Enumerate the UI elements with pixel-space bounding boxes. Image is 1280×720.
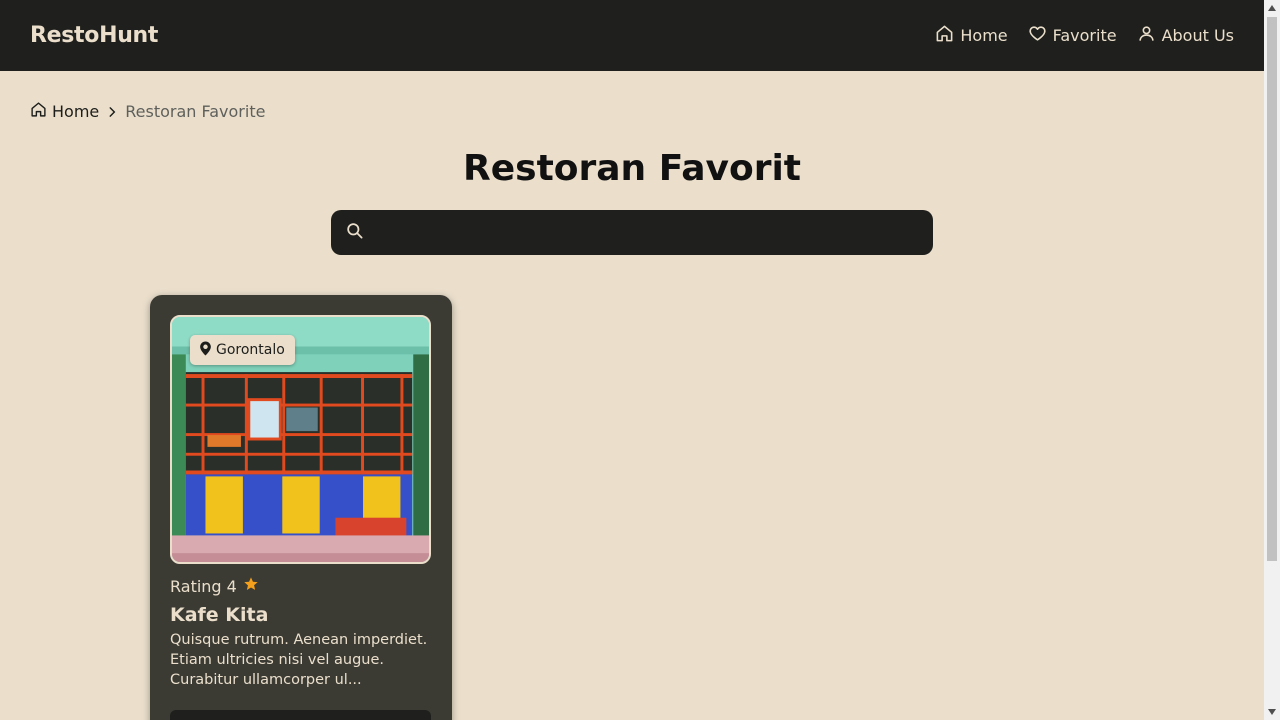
star-icon — [243, 576, 259, 596]
rating: Rating 4 — [170, 576, 432, 596]
restaurant-name: Kafe Kita — [170, 604, 269, 626]
nav-link-label: Favorite — [1052, 26, 1117, 45]
nav-links: Home Favorite About Us — [935, 24, 1234, 47]
nav-link-favorite[interactable]: Favorite — [1028, 24, 1117, 47]
map-pin-icon — [199, 341, 212, 360]
nav-link-about[interactable]: About Us — [1137, 24, 1234, 47]
location-label: Gorontalo — [216, 342, 285, 358]
home-icon — [935, 24, 954, 47]
user-icon — [1137, 24, 1156, 47]
nav-link-home[interactable]: Home — [935, 24, 1008, 47]
search-bar — [331, 210, 933, 255]
location-badge: Gorontalo — [190, 335, 295, 365]
scrollbar[interactable] — [1264, 0, 1280, 720]
breadcrumb-home-label: Home — [52, 102, 100, 121]
restaurant-description: Quisque rutrum. Aenean imperdiet. Etiam … — [170, 632, 428, 688]
search-input[interactable] — [374, 210, 919, 255]
brand-logo[interactable]: RestoHunt — [30, 23, 158, 48]
home-icon — [30, 101, 47, 122]
breadcrumb-home[interactable]: Home — [30, 101, 99, 122]
breadcrumb: Home Restoran Favorite — [30, 101, 265, 122]
search-icon — [345, 221, 364, 244]
rating-label: Rating 4 — [170, 576, 237, 596]
heart-icon — [1028, 24, 1047, 47]
scroll-up-arrow-icon[interactable] — [1264, 0, 1280, 16]
scrollbar-thumb[interactable] — [1267, 17, 1277, 561]
breadcrumb-current: Restoran Favorite — [125, 102, 266, 121]
chevron-right-icon — [105, 105, 119, 119]
detail-button[interactable] — [170, 710, 431, 720]
nav-link-label: Home — [960, 26, 1008, 45]
navbar: RestoHunt Home Favorite About Us — [0, 0, 1264, 71]
restaurant-card[interactable]: Gorontalo Rating 4 Kafe Kita Quisque rut… — [150, 295, 452, 720]
scroll-down-arrow-icon[interactable] — [1264, 704, 1280, 720]
nav-link-label: About Us — [1161, 26, 1234, 45]
page-title: Restoran Favorit — [463, 148, 801, 189]
restaurant-image: Gorontalo — [170, 315, 431, 564]
